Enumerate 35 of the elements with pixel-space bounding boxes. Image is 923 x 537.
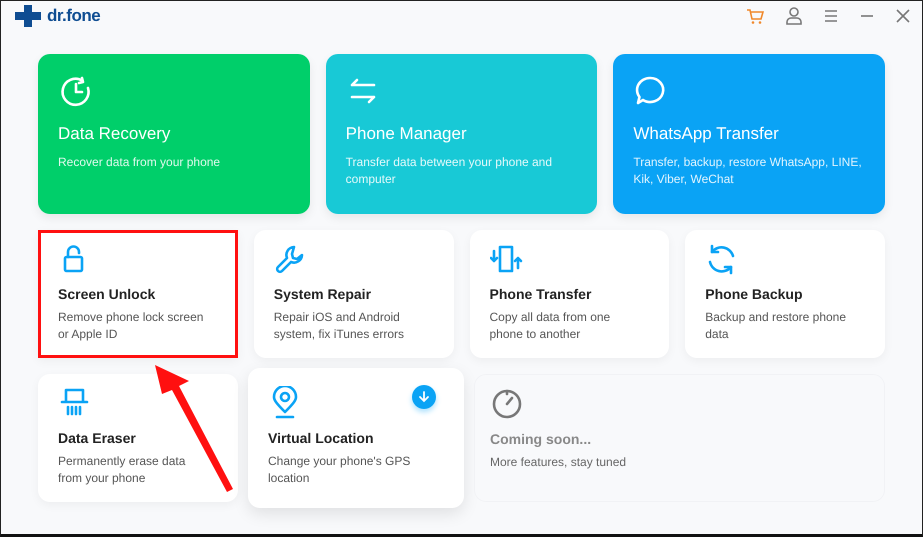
card-description: Change your phone's GPS location: [268, 453, 412, 487]
card-title: Phone Manager: [346, 124, 468, 144]
card-title: Coming soon...: [490, 431, 592, 447]
user-icon[interactable]: [786, 7, 802, 25]
card-description: Recover data from your phone: [58, 154, 222, 171]
card-title: Phone Backup: [705, 286, 804, 302]
card-title: Phone Transfer: [490, 286, 592, 302]
logo-text: dr.fone: [47, 6, 100, 26]
card-description: Permanently erase data from your phone: [58, 453, 186, 487]
card-description: Repair iOS and Android system, fix iTunes errors: [274, 309, 405, 343]
menu-icon[interactable]: [824, 9, 838, 23]
card-title: Virtual Location: [268, 430, 375, 446]
cart-icon[interactable]: [746, 7, 764, 25]
card-description: Copy all data from one phone to another: [490, 309, 612, 343]
tool-card[interactable]: Data Eraser Permanently erase data from your phone: [38, 374, 238, 502]
tool-card[interactable]: Phone Backup Backup and restore phone data: [685, 230, 885, 358]
card-title: Data Recovery: [58, 124, 172, 144]
tool-card[interactable]: System Repair Repair iOS and Android system, fix iTunes errors: [254, 230, 454, 358]
tool-card[interactable]: Screen Unlock Remove phone lock screen or Apple ID: [38, 230, 238, 358]
tool-card[interactable]: Virtual Location Change your phone's GPS location: [248, 368, 464, 508]
card-description: More features, stay tuned: [490, 454, 628, 471]
card-description: Remove phone lock screen or Apple ID: [58, 309, 204, 343]
card-title: Data Eraser: [58, 430, 137, 446]
card-title: Screen Unlock: [58, 286, 156, 302]
card-description: Transfer, backup, restore WhatsApp, LINE, Kik, Viber, WeChat: [633, 154, 863, 188]
card-description: Transfer data between your phone and computer: [346, 154, 554, 188]
card-title: System Repair: [274, 286, 372, 302]
download-icon[interactable]: [412, 385, 436, 409]
card-description: Backup and restore phone data: [705, 309, 848, 343]
tool-card[interactable]: Phone Transfer Copy all data from one phone to another: [470, 230, 670, 358]
close-icon[interactable]: [896, 9, 910, 23]
logo-cross-icon: [15, 5, 41, 27]
timer-icon: [490, 387, 524, 421]
card-title: WhatsApp Transfer: [633, 124, 780, 144]
clock-icon: [58, 74, 92, 108]
